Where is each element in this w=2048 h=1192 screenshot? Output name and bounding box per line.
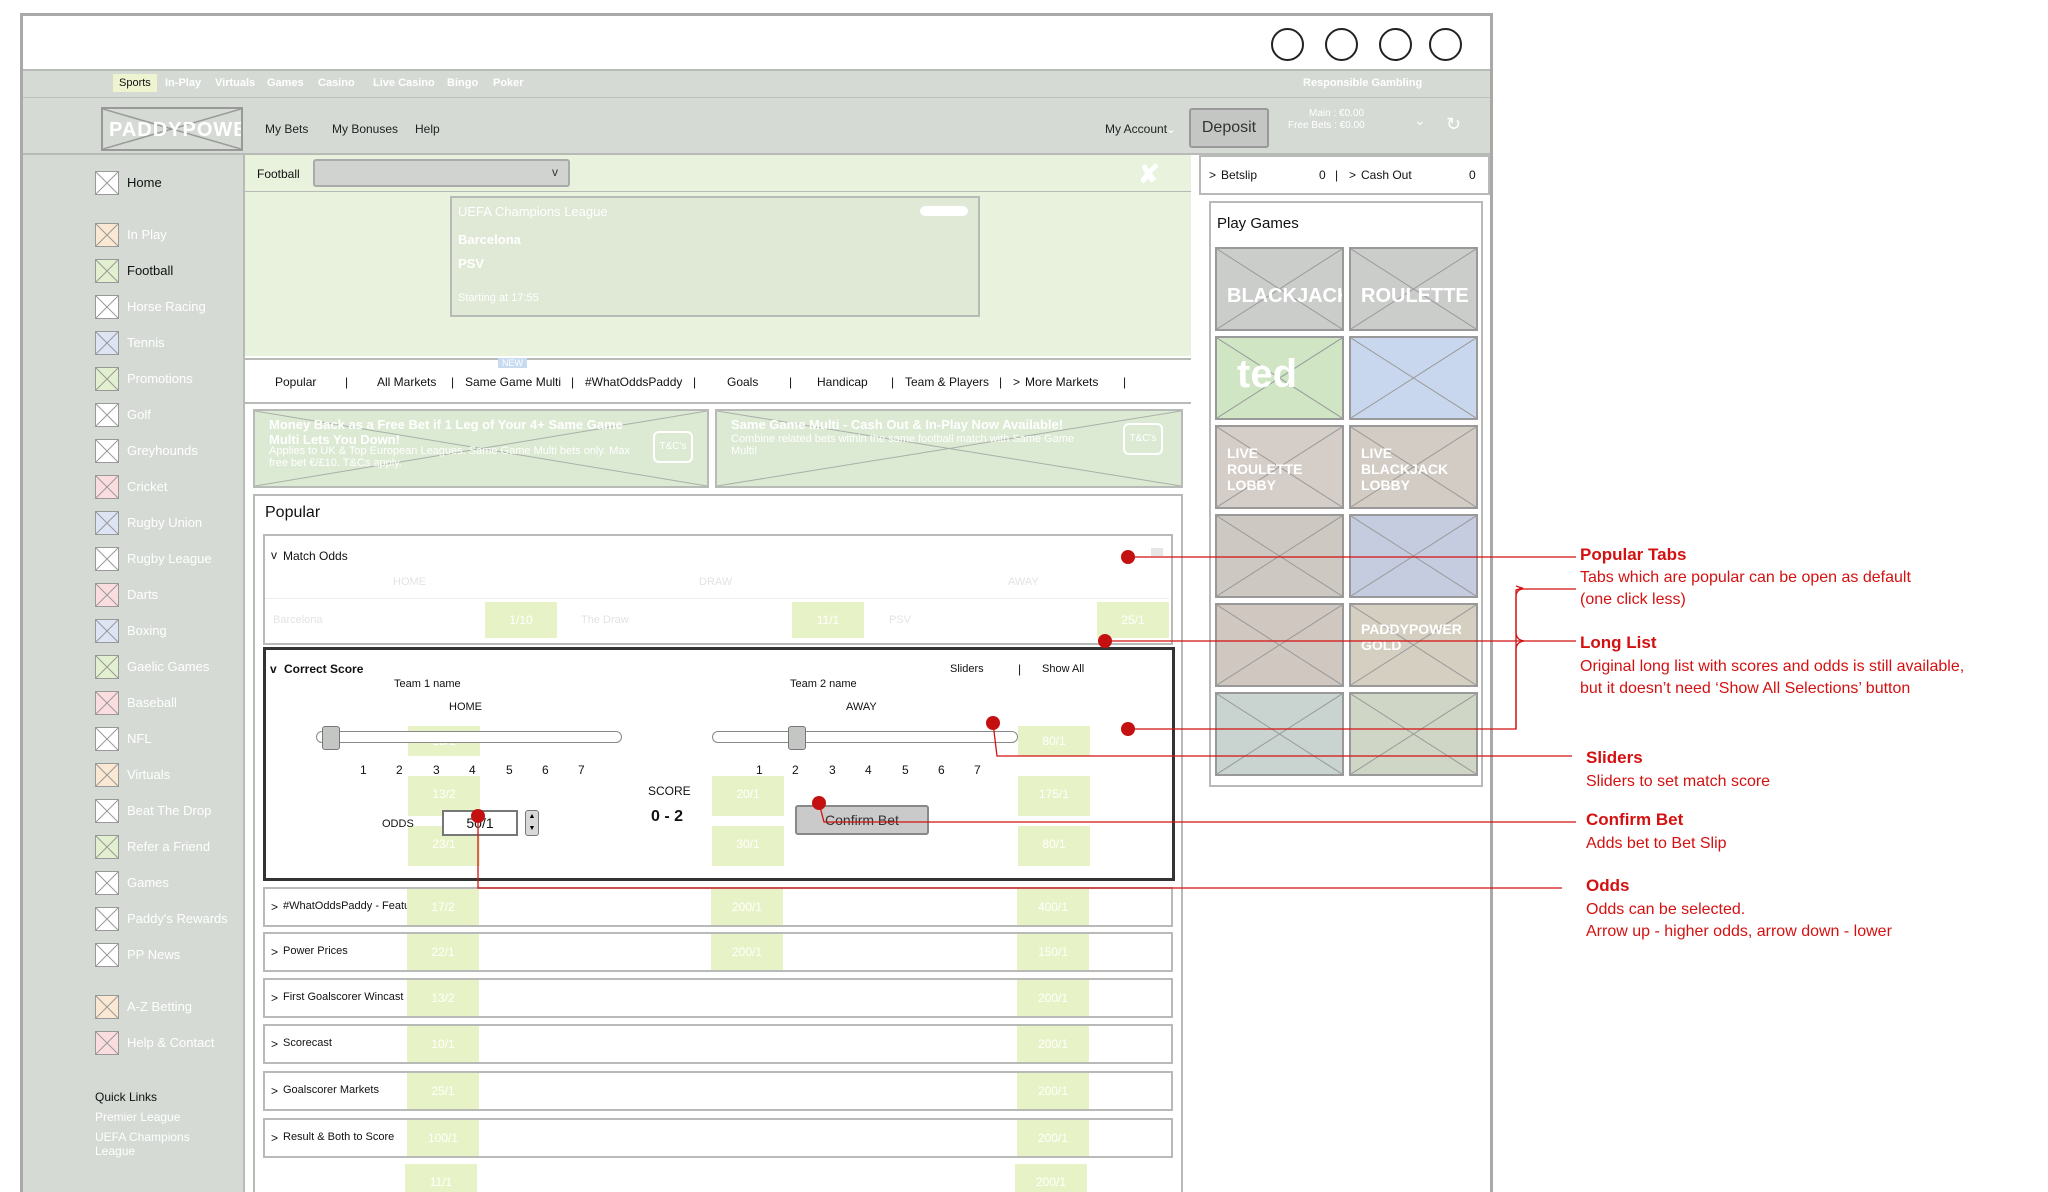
annotation-marker: [471, 809, 485, 823]
annotation-marker: [1098, 634, 1112, 648]
annotation-marker: [812, 796, 826, 810]
annotation-desc: but it doesn’t need ‘Show All Selections…: [1580, 680, 1911, 697]
annotation-desc: Odds can be selected.: [1586, 901, 1746, 918]
annotation-marker: [1121, 550, 1135, 564]
annotation-title: Long List: [1580, 633, 1657, 652]
annotation-title: Odds: [1586, 876, 1630, 895]
annotation-desc: Original long list with scores and odds …: [1580, 658, 1965, 675]
annotation-marker: [1121, 722, 1135, 736]
annotation-title: Popular Tabs: [1580, 545, 1687, 564]
annotation-title: Confirm Bet: [1586, 810, 1684, 829]
annotation-desc: (one click less): [1580, 591, 1686, 608]
annotation-desc: Sliders to set match score: [1586, 773, 1771, 790]
annotation-marker: [986, 716, 1000, 730]
annotation-desc: Adds bet to Bet Slip: [1586, 835, 1727, 852]
annotation-desc: Tabs which are popular can be open as de…: [1580, 569, 1911, 586]
annotation-lines: [477, 556, 1576, 889]
annotation-desc: Arrow up - higher odds, arrow down - low…: [1586, 923, 1892, 940]
annotation-title: Sliders: [1586, 748, 1643, 767]
